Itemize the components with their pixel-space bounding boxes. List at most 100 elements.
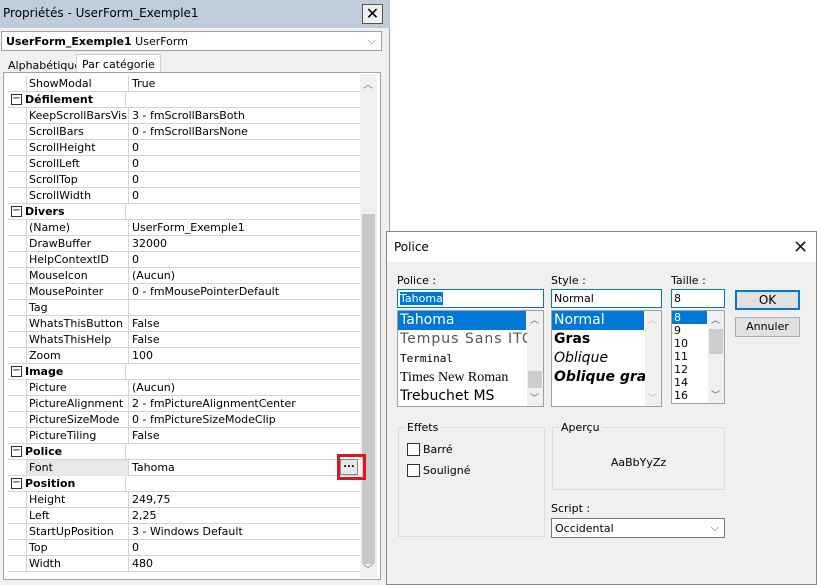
font-input[interactable]: Tahoma xyxy=(397,289,544,308)
collapse-icon[interactable]: − xyxy=(11,94,22,105)
property-row[interactable]: Height 249,75 xyxy=(8,492,361,508)
scroll-up-icon[interactable]: ︿ xyxy=(363,76,373,91)
style-list[interactable]: ︿ ﹀ Normal Gras Oblique Oblique gras xyxy=(551,310,662,407)
close-icon[interactable]: ✕ xyxy=(793,237,808,258)
property-value[interactable]: 100 xyxy=(130,348,362,364)
property-row[interactable]: WhatsThisButton False xyxy=(8,316,361,332)
property-row[interactable]: WhatsThisHelp False xyxy=(8,332,361,348)
list-item[interactable]: Normal xyxy=(552,311,644,330)
property-value[interactable]: False xyxy=(130,332,362,348)
property-value[interactable]: 3 - Windows Default xyxy=(130,524,362,540)
property-row[interactable]: ShowModal True xyxy=(8,76,361,92)
property-value[interactable] xyxy=(130,204,362,220)
property-value[interactable]: 3 - fmScrollBarsBoth xyxy=(130,108,362,124)
list-item[interactable]: 12 xyxy=(672,363,707,376)
property-row[interactable]: ScrollLeft 0 xyxy=(8,156,361,172)
property-row[interactable]: PictureTiling False xyxy=(8,428,361,444)
list-item[interactable]: Oblique xyxy=(552,349,644,368)
property-value[interactable]: 2,25 xyxy=(130,508,362,524)
category-row[interactable]: − Défilement xyxy=(8,92,361,108)
underline-checkbox[interactable] xyxy=(407,464,420,477)
property-row[interactable]: HelpContextID 0 xyxy=(8,252,361,268)
property-row[interactable]: Font Tahoma xyxy=(8,460,361,476)
property-row[interactable]: (Name) UserForm_Exemple1 xyxy=(8,220,361,236)
property-value[interactable]: 0 xyxy=(130,252,362,268)
property-row[interactable]: MousePointer 0 - fmMousePointerDefault xyxy=(8,284,361,300)
scrollbar-thumb[interactable] xyxy=(362,214,375,564)
property-value[interactable]: 32000 xyxy=(130,236,362,252)
list-item[interactable]: Oblique gras xyxy=(552,368,655,387)
property-value[interactable]: 2 - fmPictureAlignmentCenter xyxy=(130,396,362,412)
list-item[interactable]: 14 xyxy=(672,376,707,389)
list-item[interactable]: Terminal xyxy=(398,349,526,368)
property-value[interactable]: True xyxy=(130,76,362,92)
close-icon[interactable]: ✕ xyxy=(362,4,383,24)
style-list-scrollbar[interactable]: ︿ ﹀ xyxy=(645,311,661,406)
object-selector[interactable]: UserForm_Exemple1 UserForm ⌵ xyxy=(1,31,382,51)
strike-checkbox[interactable] xyxy=(407,443,420,456)
font-list[interactable]: ︿ ﹀ Tahoma Tempus Sans ITC Terminal Times New… xyxy=(397,310,544,407)
collapse-icon[interactable]: − xyxy=(11,206,22,217)
property-value[interactable]: 0 xyxy=(130,156,362,172)
list-item[interactable]: Trebuchet MS xyxy=(398,387,526,406)
property-value[interactable] xyxy=(130,364,362,380)
property-row[interactable]: Tag xyxy=(8,300,361,316)
property-row[interactable]: DrawBuffer 32000 xyxy=(8,236,361,252)
tab-alphabetique[interactable]: Alphabétique xyxy=(3,56,86,73)
list-item[interactable]: 11 xyxy=(672,350,707,363)
property-value[interactable]: (Aucun) xyxy=(130,380,362,396)
grid-scrollbar[interactable]: ︿ ﹀ xyxy=(360,74,377,578)
property-row[interactable]: Width 480 xyxy=(8,556,361,572)
property-value[interactable]: 249,75 xyxy=(130,492,362,508)
ok-button[interactable]: OK xyxy=(735,290,800,310)
property-value[interactable]: 0 - fmPictureSizeModeClip xyxy=(130,412,362,428)
property-value[interactable]: 0 - fmMousePointerDefault xyxy=(130,284,362,300)
size-list-scrollbar[interactable]: ︿ ﹀ xyxy=(708,311,724,403)
cancel-button[interactable]: Annuler xyxy=(735,317,800,337)
property-row[interactable]: StartUpPosition 3 - Windows Default xyxy=(8,524,361,540)
property-row[interactable]: PictureSizeMode 0 - fmPictureSizeModeClip xyxy=(8,412,361,428)
property-row[interactable]: MouseIcon (Aucun) xyxy=(8,268,361,284)
category-row[interactable]: − Position xyxy=(8,476,361,492)
category-row[interactable]: − Police xyxy=(8,444,361,460)
list-item[interactable]: Tempus Sans ITC xyxy=(398,330,532,349)
property-value[interactable]: UserForm_Exemple1 xyxy=(130,220,362,236)
property-row[interactable]: ScrollHeight 0 xyxy=(8,140,361,156)
tab-par-categorie[interactable]: Par catégorie xyxy=(76,54,161,74)
category-row[interactable]: − Divers xyxy=(8,204,361,220)
category-row[interactable]: − Image xyxy=(8,364,361,380)
property-row[interactable]: ScrollTop 0 xyxy=(8,172,361,188)
property-row[interactable]: Picture (Aucun) xyxy=(8,380,361,396)
property-value[interactable]: (Aucun) xyxy=(130,268,362,284)
property-value[interactable]: 0 - fmScrollBarsNone xyxy=(130,124,362,140)
list-item[interactable]: Tahoma xyxy=(398,311,526,330)
property-value[interactable] xyxy=(130,476,362,492)
property-value[interactable] xyxy=(130,300,362,316)
property-value[interactable]: False xyxy=(130,316,362,332)
property-row[interactable]: ScrollBars 0 - fmScrollBarsNone xyxy=(8,124,361,140)
property-value[interactable] xyxy=(130,92,362,108)
property-row[interactable]: Top 0 xyxy=(8,540,361,556)
property-value[interactable] xyxy=(130,444,362,460)
list-item[interactable]: 9 xyxy=(672,324,707,337)
property-value[interactable]: 0 xyxy=(130,188,362,204)
list-item[interactable]: 8 xyxy=(672,311,707,324)
style-input[interactable]: Normal xyxy=(551,289,662,308)
property-value[interactable]: 0 xyxy=(130,140,362,156)
collapse-icon[interactable]: − xyxy=(11,446,22,457)
size-input[interactable]: 8 xyxy=(671,289,725,308)
list-item[interactable]: 16 xyxy=(672,389,707,402)
list-item[interactable]: 10 xyxy=(672,337,707,350)
collapse-icon[interactable]: − xyxy=(11,366,22,377)
scroll-down-icon[interactable]: ﹀ xyxy=(363,561,373,576)
property-value[interactable]: Tahoma xyxy=(130,460,362,476)
property-row[interactable]: Left 2,25 xyxy=(8,508,361,524)
list-item[interactable]: Times New Roman xyxy=(398,368,526,387)
property-value[interactable]: False xyxy=(130,428,362,444)
property-row[interactable]: ScrollWidth 0 xyxy=(8,188,361,204)
list-item[interactable]: Gras xyxy=(552,330,644,349)
font-list-scrollbar[interactable]: ︿ ﹀ xyxy=(527,311,543,406)
size-list[interactable]: ︿ ﹀ 8 9 10 11 12 14 16 xyxy=(671,310,725,404)
property-value[interactable]: 0 xyxy=(130,172,362,188)
script-select[interactable]: Occidental ⌵ xyxy=(551,518,725,538)
